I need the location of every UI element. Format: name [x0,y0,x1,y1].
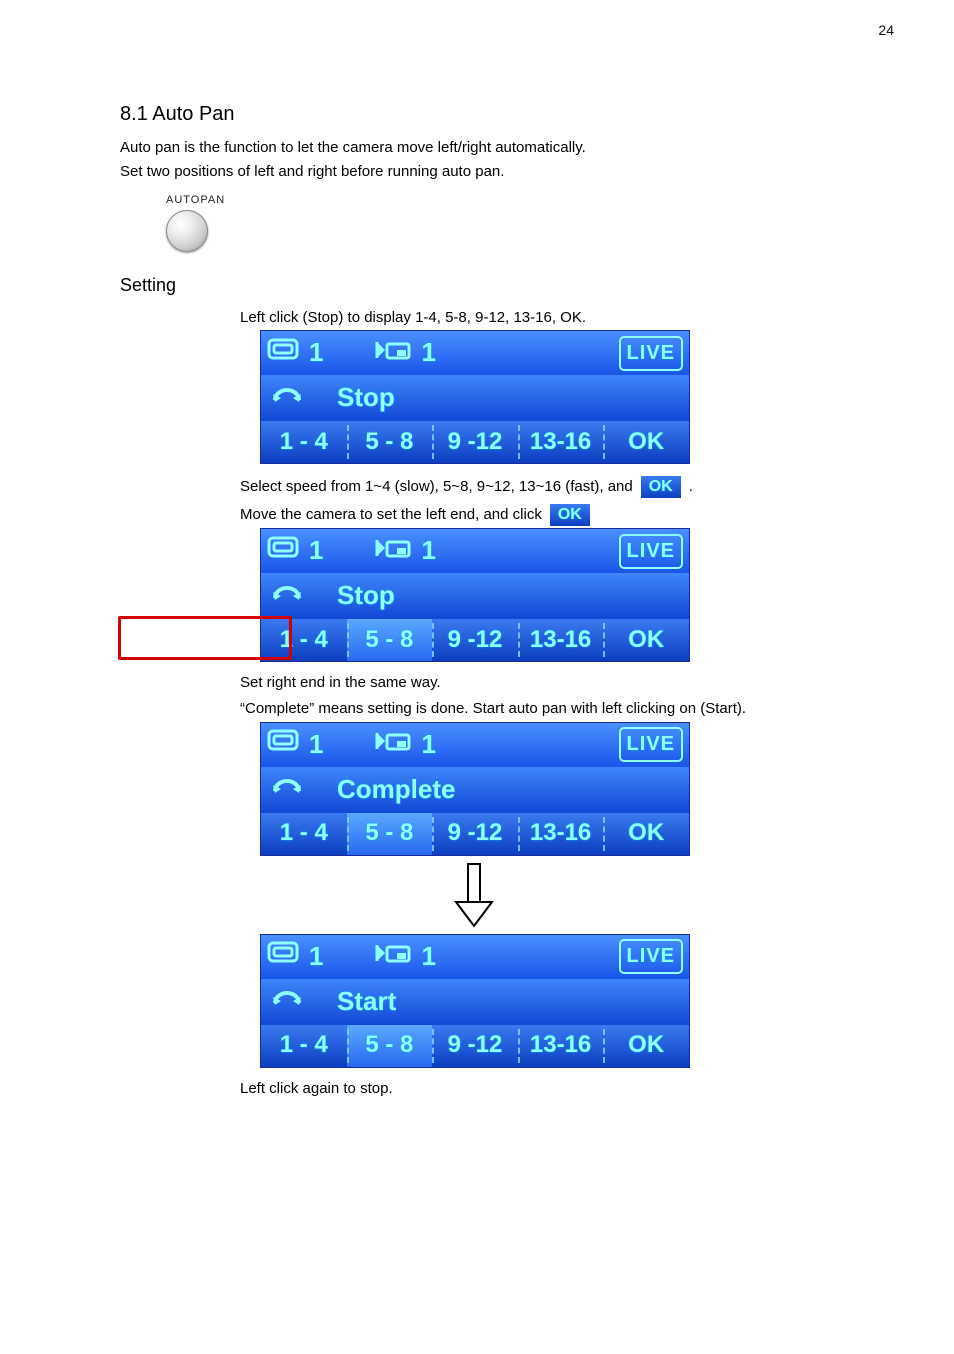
cycle-icon [267,380,307,417]
autopan-hardware-button[interactable] [166,210,208,252]
range-5-8[interactable]: 5 - 8 [347,1025,433,1067]
complete-line: “Complete” means setting is done. Start … [240,698,854,720]
range-13-16[interactable]: 13-16 [518,813,604,855]
range-9-12[interactable]: 9 -12 [432,1025,518,1067]
monitor-icon [267,535,301,568]
pip-number: 1 [421,726,435,764]
pip-number: 1 [421,532,435,570]
select-speed-text-b: . [689,476,693,498]
live-badge: LIVE [619,939,683,974]
ok-button[interactable]: OK [603,619,689,661]
pip-number: 1 [421,938,435,976]
cycle-icon [267,578,307,615]
section-title: 8.1 Auto Pan [120,100,854,129]
panel1-midbar: Stop [261,375,689,421]
select-speed-line: Select speed from 1~4 (slow), 5~8, 9~12,… [240,476,854,498]
live-badge: LIVE [619,534,683,569]
panel1-topbar: 1 1 LIVE [261,331,689,375]
panel3-botbar: 1 - 4 5 - 8 9 -12 13-16 OK [261,813,689,855]
monitor-icon [267,940,301,973]
panel3-status[interactable]: Complete [337,771,455,809]
range-1-4[interactable]: 1 - 4 [261,813,347,855]
stop-line: Left click again to stop. [240,1078,854,1100]
range-13-16[interactable]: 13-16 [518,1025,604,1067]
setting-line-1: Left click (Stop) to display 1-4, 5-8, 9… [240,307,854,329]
panel3-midbar: Complete [261,767,689,813]
autopan-button-wrap: AUTOPAN [166,193,225,253]
panel2-midbar: Stop [261,573,689,619]
range-5-8[interactable]: 5 - 8 [347,619,433,661]
panel2-botbar: 1 - 4 5 - 8 9 -12 13-16 OK [261,619,689,661]
panel4-topbar: 1 1 LIVE [261,935,689,979]
live-badge: LIVE [619,336,683,371]
range-9-12[interactable]: 9 -12 [432,813,518,855]
ok-button[interactable]: OK [603,1025,689,1067]
range-5-8[interactable]: 5 - 8 [347,421,433,463]
panel4-botbar: 1 - 4 5 - 8 9 -12 13-16 OK [261,1025,689,1067]
panel2-status[interactable]: Stop [337,577,395,615]
pip-icon [373,536,413,567]
ok-mini-2[interactable]: OK [550,504,590,526]
panel4-midbar: Start [261,979,689,1025]
select-speed-text-a: Select speed from 1~4 (slow), 5~8, 9~12,… [240,476,633,498]
monitor-number: 1 [309,532,323,570]
complete-word: Complete [245,700,309,717]
osd-panel-2: 1 1 LIVE Stop 1 - 4 5 - 8 9 -12 [260,528,690,662]
intro-line-1: Auto pan is the function to let the came… [120,137,854,159]
move-left-line: Move the camera to set the left end, and… [240,504,854,526]
range-1-4[interactable]: 1 - 4 [261,619,347,661]
monitor-icon [267,337,301,370]
osd-panel-4: 1 1 LIVE Start 1 - 4 5 - 8 9 -12 [260,934,690,1068]
monitor-number: 1 [309,726,323,764]
ok-button[interactable]: OK [603,421,689,463]
panel3-topbar: 1 1 LIVE [261,723,689,767]
pip-icon [373,941,413,972]
arrow-down-icon [450,860,498,930]
autopan-button-block: AUTOPAN [166,193,854,253]
panel2-topbar: 1 1 LIVE [261,529,689,573]
range-9-12[interactable]: 9 -12 [432,619,518,661]
pip-number: 1 [421,334,435,372]
osd-panel-1: 1 1 LIVE Stop 1 - 4 5 - 8 9 -12 [260,330,690,464]
range-1-4[interactable]: 1 - 4 [261,421,347,463]
intro-line-2: Set two positions of left and right befo… [120,161,854,183]
pip-icon [373,729,413,760]
panel4-status[interactable]: Start [337,983,396,1021]
monitor-number: 1 [309,334,323,372]
range-13-16[interactable]: 13-16 [518,421,604,463]
cycle-icon [267,771,307,808]
panel1-status[interactable]: Stop [337,379,395,417]
move-left-text-a: Move the camera to set the left end, and… [240,504,542,526]
setting-heading: Setting [120,272,854,298]
ok-button[interactable]: OK [603,813,689,855]
panel1-botbar: 1 - 4 5 - 8 9 -12 13-16 OK [261,421,689,463]
osd-panel-3: 1 1 LIVE Complete 1 - 4 5 - 8 9 -12 [260,722,690,856]
autopan-label: AUTOPAN [166,193,225,209]
monitor-number: 1 [309,938,323,976]
range-9-12[interactable]: 9 -12 [432,421,518,463]
complete-rest: means setting is done. Start auto pan wi… [314,700,746,717]
page-content: 8.1 Auto Pan Auto pan is the function to… [0,0,954,1100]
monitor-icon [267,728,301,761]
cycle-icon [267,983,307,1020]
set-right-end-line: Set right end in the same way. [240,672,854,694]
live-badge: LIVE [619,727,683,762]
range-5-8[interactable]: 5 - 8 [347,813,433,855]
pip-icon [373,338,413,369]
range-13-16[interactable]: 13-16 [518,619,604,661]
page-number: 24 [878,20,894,40]
ok-mini-1[interactable]: OK [641,476,681,498]
range-1-4[interactable]: 1 - 4 [261,1025,347,1067]
